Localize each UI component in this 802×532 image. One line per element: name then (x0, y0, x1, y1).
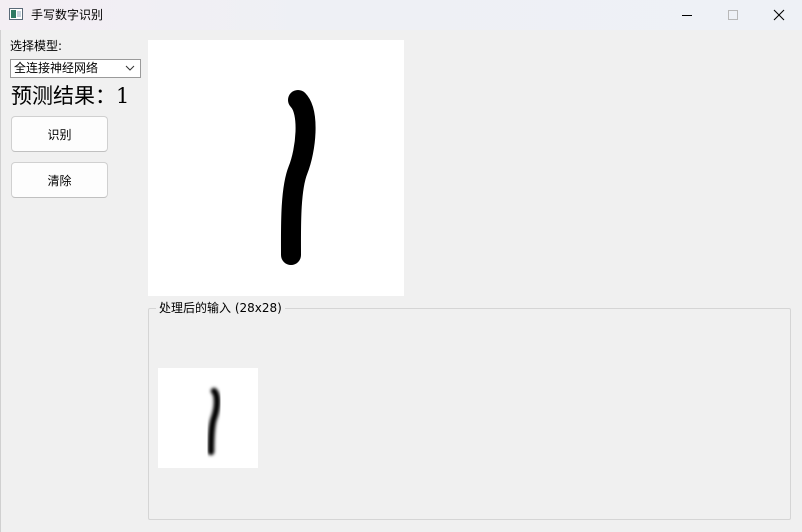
drawing-canvas[interactable] (148, 40, 404, 296)
window-left-border (0, 30, 1, 532)
processed-digit (207, 387, 221, 456)
minimize-button[interactable] (664, 0, 710, 30)
model-select-value: 全连接神经网络 (14, 61, 99, 75)
model-select-label: 选择模型: (10, 39, 63, 53)
prediction-label: 预测结果： (11, 84, 116, 108)
recognize-button-label: 识别 (47, 127, 72, 142)
close-button[interactable] (756, 0, 802, 30)
clear-button-label: 清除 (47, 173, 72, 188)
minimize-icon (682, 15, 692, 16)
window-title: 手写数字识别 (31, 8, 104, 22)
processed-input-image (158, 368, 258, 468)
handwritten-stroke (280, 90, 316, 265)
app-window-icon (9, 8, 23, 20)
maximize-button[interactable] (710, 0, 756, 30)
processed-input-title: 处理后的输入 (28x28) (156, 300, 285, 316)
prediction-value: 1 (116, 84, 130, 108)
clear-button[interactable]: 清除 (11, 162, 108, 198)
title-bar[interactable]: 手写数字识别 (0, 0, 802, 30)
close-icon (773, 9, 785, 21)
recognize-button[interactable]: 识别 (11, 116, 108, 152)
chevron-down-icon (125, 65, 135, 71)
prediction-result: 预测结果：1 (11, 83, 129, 109)
maximize-icon (728, 10, 738, 20)
model-select[interactable]: 全连接神经网络 (10, 59, 141, 78)
